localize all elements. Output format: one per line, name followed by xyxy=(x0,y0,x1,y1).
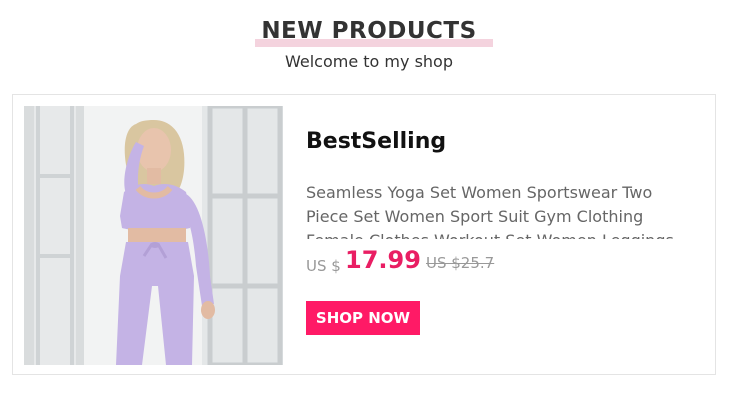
product-info: BestSelling Seamless Yoga Set Women Spor… xyxy=(306,95,706,374)
shop-now-button[interactable]: SHOP NOW xyxy=(306,301,420,335)
current-price: 17.99 xyxy=(345,246,421,274)
section-title: NEW PRODUCTS xyxy=(253,18,493,47)
title-wrap: NEW PRODUCTS xyxy=(0,18,738,47)
price-currency: US $ xyxy=(306,257,341,275)
section-subtitle: Welcome to my shop xyxy=(285,52,453,71)
product-card[interactable]: BestSelling Seamless Yoga Set Women Spor… xyxy=(12,94,716,375)
original-price: US $25.7 xyxy=(426,254,495,272)
product-image[interactable] xyxy=(24,106,283,365)
section-header: NEW PRODUCTS Welcome to my shop xyxy=(0,0,738,80)
product-description[interactable]: Seamless Yoga Set Women Sportswear Two P… xyxy=(306,181,691,239)
bestselling-label: BestSelling xyxy=(306,129,447,154)
price-row: US $ 17.99 US $25.7 xyxy=(306,246,706,278)
product-photo-illustration xyxy=(24,106,283,365)
section-title-text: NEW PRODUCTS xyxy=(261,18,477,44)
